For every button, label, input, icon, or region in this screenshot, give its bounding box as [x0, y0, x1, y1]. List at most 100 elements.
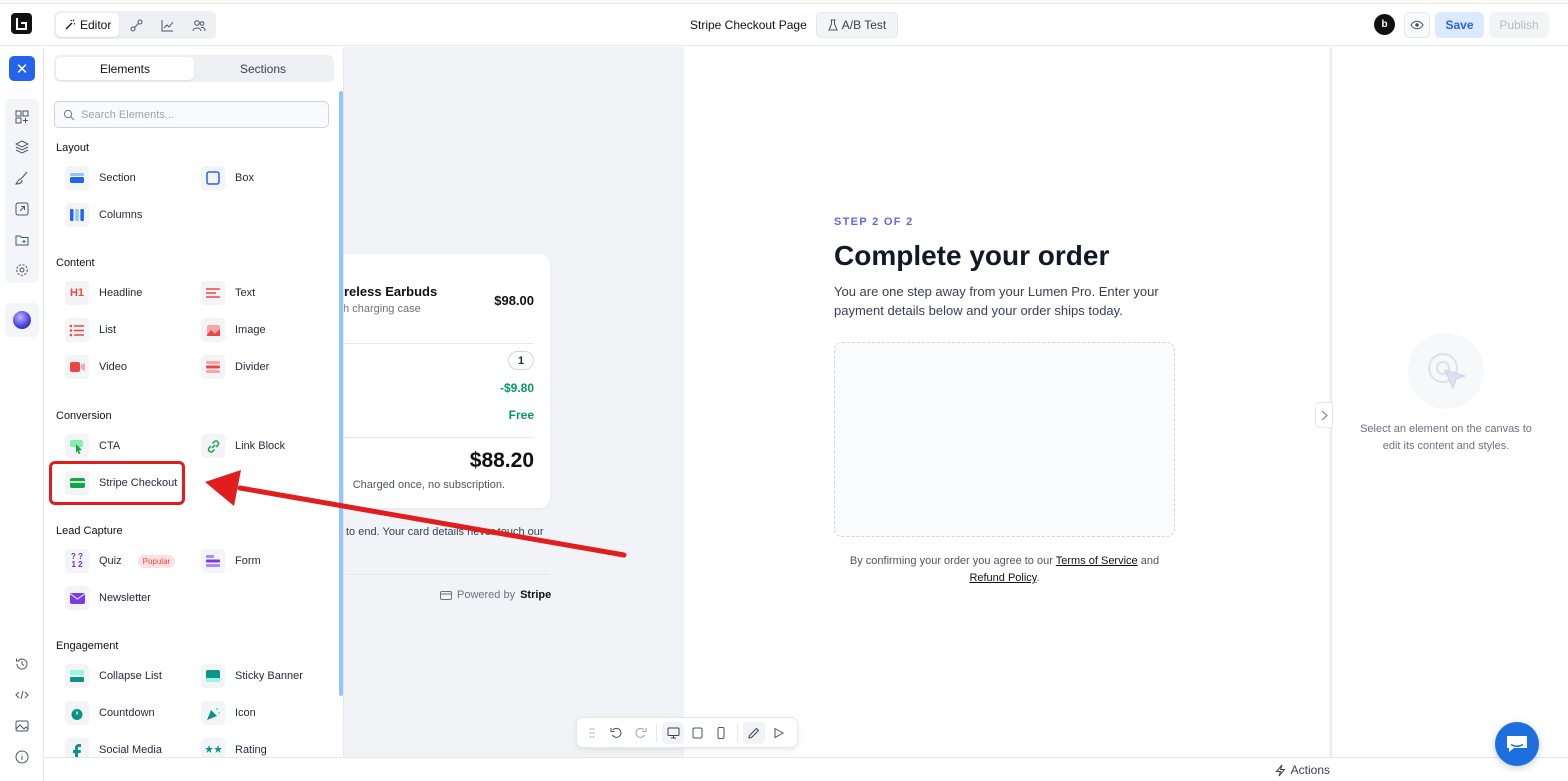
legal-and: and: [1140, 555, 1160, 567]
search-input[interactable]: [81, 108, 311, 121]
sticky-banner-icon: [201, 664, 225, 688]
element-icon[interactable]: Icon: [201, 700, 256, 726]
flow-mode-button[interactable]: [121, 13, 151, 37]
line-item-name: reless Earbuds: [344, 284, 438, 299]
settings-gear-icon[interactable]: [13, 261, 31, 279]
info-icon[interactable]: [13, 748, 31, 766]
security-note: to end. Your card details never touch ou…: [346, 526, 544, 538]
rail-tools: [5, 99, 39, 283]
element-label: Image: [235, 324, 266, 336]
desktop-view-button[interactable]: [662, 721, 684, 744]
publish-button[interactable]: Publish: [1489, 12, 1549, 38]
undo-button[interactable]: [605, 722, 627, 744]
history-icon[interactable]: [13, 655, 31, 673]
element-list[interactable]: List: [65, 317, 116, 343]
element-label: Section: [99, 172, 136, 184]
element-link-block[interactable]: Link Block: [201, 433, 285, 459]
element-cta[interactable]: CTA: [65, 433, 120, 459]
audience-mode-button[interactable]: [184, 13, 214, 37]
chart-line-icon: [161, 19, 174, 31]
folder-add-icon[interactable]: [13, 231, 31, 249]
layers-icon[interactable]: [13, 138, 31, 156]
element-box[interactable]: Box: [201, 165, 254, 191]
avatar[interactable]: b: [1374, 14, 1395, 35]
element-label: Quiz: [99, 555, 122, 567]
element-form[interactable]: Form: [201, 548, 261, 574]
save-button[interactable]: Save: [1435, 12, 1484, 38]
terms-link[interactable]: Terms of Service: [1056, 555, 1138, 567]
actions-button[interactable]: Actions: [1275, 763, 1330, 777]
summary-divider: [344, 343, 534, 344]
element-video[interactable]: Video: [65, 354, 127, 380]
analytics-mode-button[interactable]: [153, 13, 183, 37]
editor-canvas[interactable]: reless Earbuds th charging case $98.00 1…: [344, 47, 1331, 757]
line-item-description: th charging case: [344, 303, 421, 315]
element-countdown[interactable]: Countdown: [65, 700, 155, 726]
element-label: Video: [99, 361, 127, 373]
columns-icon: [65, 203, 89, 227]
app-logo[interactable]: [11, 13, 32, 34]
element-quiz[interactable]: ? ? 1 2 Quiz Popular: [65, 548, 176, 574]
party-icon: [201, 701, 225, 725]
element-headline[interactable]: H1 Headline: [65, 280, 142, 306]
payment-element-placeholder[interactable]: [834, 342, 1175, 537]
legal-prefix: By confirming your order you agree to ou…: [849, 555, 1053, 567]
element-label: Countdown: [99, 707, 155, 719]
edit-mode-button[interactable]: [743, 721, 765, 744]
element-newsletter[interactable]: Newsletter: [65, 585, 151, 611]
element-columns[interactable]: Columns: [65, 202, 142, 228]
element-section[interactable]: Section: [65, 165, 136, 191]
order-summary-card[interactable]: reless Earbuds th charging case $98.00 1…: [344, 254, 550, 508]
element-collapse-list[interactable]: Collapse List: [65, 663, 162, 689]
legal-period: .: [1036, 572, 1040, 584]
element-label: Icon: [235, 707, 256, 719]
search-box: [54, 101, 329, 128]
element-rating[interactable]: Rating: [201, 737, 267, 757]
element-image[interactable]: Image: [201, 317, 266, 343]
editor-mode-button[interactable]: Editor: [56, 13, 120, 37]
category-layout: Layout: [56, 142, 90, 154]
play-preview-button[interactable]: [767, 722, 789, 744]
popular-badge: Popular: [137, 554, 176, 568]
element-social-media[interactable]: Social Media: [65, 737, 162, 757]
close-panel-button[interactable]: ✕: [9, 56, 35, 81]
chat-bubble-icon: [1507, 736, 1527, 752]
charged-note: Charged once, no subscription.: [352, 479, 505, 491]
element-divider[interactable]: Divider: [201, 354, 269, 380]
external-link-icon[interactable]: [13, 200, 31, 218]
mobile-view-button[interactable]: [710, 722, 732, 744]
summary-divider: [344, 437, 534, 438]
panel-scrollbar[interactable]: [339, 91, 343, 696]
ab-test-button[interactable]: A/B Test: [816, 12, 898, 38]
code-icon[interactable]: [13, 686, 31, 704]
preview-button[interactable]: [1404, 12, 1430, 38]
element-text[interactable]: Text: [201, 280, 255, 306]
drag-handle-icon[interactable]: [581, 722, 603, 744]
divider-icon: [201, 355, 225, 379]
card-icon: [440, 590, 452, 600]
checkout-main-panel[interactable]: STEP 2 OF 2 Complete your order You are …: [684, 47, 1329, 757]
element-sticky-banner[interactable]: Sticky Banner: [201, 663, 303, 689]
media-icon[interactable]: [13, 717, 31, 735]
chat-support-button[interactable]: [1495, 722, 1539, 766]
element-label: Divider: [235, 361, 270, 373]
redo-button[interactable]: [629, 722, 651, 744]
category-lead-capture: Lead Capture: [56, 525, 123, 537]
tab-elements[interactable]: Elements: [56, 57, 194, 80]
ai-assistant-button[interactable]: [5, 303, 39, 337]
brush-icon[interactable]: [13, 169, 31, 187]
magic-wand-icon: [65, 19, 76, 30]
element-label: List: [99, 324, 117, 336]
toolbar-separator: [737, 723, 738, 742]
shipping-value: Free: [508, 408, 534, 422]
refund-policy-link[interactable]: Refund Policy: [969, 572, 1036, 584]
ab-test-label: A/B Test: [841, 18, 887, 32]
actions-label: Actions: [1290, 763, 1330, 777]
tab-sections[interactable]: Sections: [194, 57, 332, 80]
tablet-view-button[interactable]: [686, 722, 708, 744]
chevron-right-icon: [1321, 410, 1328, 420]
elements-icon[interactable]: [13, 108, 31, 126]
collapse-inspector-button[interactable]: [1315, 402, 1333, 428]
elements-panel: Elements Sections Layout Section Box Col…: [44, 47, 344, 757]
element-label: Link Block: [235, 440, 286, 452]
